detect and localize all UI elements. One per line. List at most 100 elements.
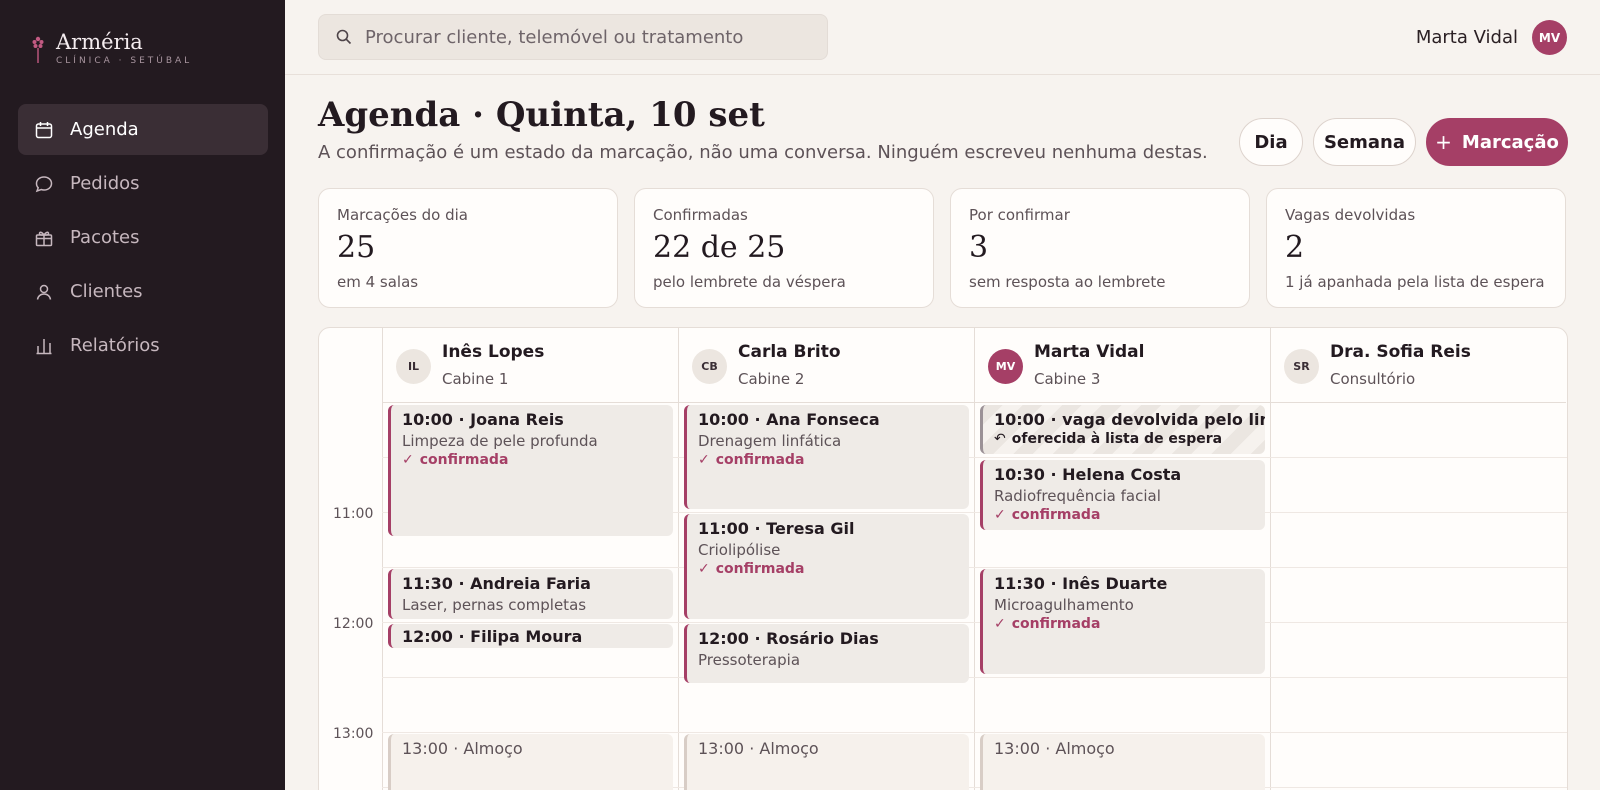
status-badge: ✓ confirmada xyxy=(994,616,1101,632)
returned-slot-card[interactable]: 10:00 · vaga devolvida pelo link ↶ oferec… xyxy=(980,405,1265,454)
gift-icon xyxy=(34,228,54,248)
appointment-service: Radiofrequência facial xyxy=(994,487,1161,505)
week-view-button[interactable]: Semana xyxy=(1313,118,1416,166)
appointment-title: 10:00 · vaga devolvida pelo link xyxy=(994,410,1265,429)
appointment-title: 13:00 · Almoço xyxy=(994,739,1115,758)
chat-bubble-icon xyxy=(34,174,54,194)
room-name: Cabine 3 xyxy=(1034,370,1101,388)
user-icon xyxy=(34,282,54,302)
appointment-title: 11:30 · Inês Duarte xyxy=(994,574,1168,593)
lunch-block[interactable]: 13:00 · Almoço xyxy=(388,734,673,790)
schedule-grid: 11:00 12:00 13:00 IL Inês Lopes Cabine 1… xyxy=(318,327,1568,790)
appointment-card[interactable]: 12:00 · Rosário Dias Pressoterapia xyxy=(684,624,969,683)
armeria-flower-icon xyxy=(32,36,44,63)
nav-item-label: Agenda xyxy=(70,119,139,140)
column-header-ines-lopes[interactable]: IL Inês Lopes Cabine 1 xyxy=(382,328,678,403)
nav-item-label: Clientes xyxy=(70,281,143,302)
appointment-title: 10:00 · Ana Fonseca xyxy=(698,410,880,429)
slot-divider xyxy=(382,677,1567,678)
calendar-icon xyxy=(34,120,54,140)
appointment-card[interactable]: 10:00 · Ana Fonseca Drenagem linfática ✓… xyxy=(684,405,969,509)
stat-note: 1 já apanhada pela lista de espera xyxy=(1285,273,1545,291)
slot-divider xyxy=(382,567,1567,568)
search-input[interactable] xyxy=(365,26,805,48)
stat-value: 22 de 25 xyxy=(653,230,786,265)
appointment-service: Drenagem linfática xyxy=(698,432,842,450)
appointment-card[interactable]: 11:00 · Teresa Gil Criolipólise ✓ confirm… xyxy=(684,514,969,619)
page-title: Agenda · Quinta, 10 set xyxy=(318,95,765,135)
status-badge: ✓ confirmada xyxy=(698,452,805,468)
appointment-service: Microagulhamento xyxy=(994,596,1134,614)
nav-item-agenda[interactable]: Agenda xyxy=(18,104,268,155)
stat-value: 25 xyxy=(337,230,376,265)
nav-item-clientes[interactable]: Clientes xyxy=(18,266,268,317)
column-header-carla-brito[interactable]: CB Carla Brito Cabine 2 xyxy=(678,328,974,403)
appointment-card[interactable]: 12:00 · Filipa Moura xyxy=(388,624,673,648)
appointment-title: 12:00 · Filipa Moura xyxy=(402,627,583,646)
time-label: 11:00 xyxy=(333,506,374,522)
stat-value: 3 xyxy=(969,230,989,265)
bar-chart-icon xyxy=(34,336,54,356)
appointment-title: 10:30 · Helena Costa xyxy=(994,465,1182,484)
user-menu[interactable]: Marta Vidal MV xyxy=(1416,20,1567,55)
appointment-service: Pressoterapia xyxy=(698,651,801,669)
check-icon: ✓ xyxy=(402,452,414,468)
plus-icon: + xyxy=(1435,130,1452,154)
stat-card-pending: Por confirmar 3 sem resposta ao lembrete xyxy=(950,188,1250,308)
topbar: Marta Vidal MV xyxy=(285,0,1600,75)
staff-name: Marta Vidal xyxy=(1034,342,1145,362)
appointment-service: Criolipólise xyxy=(698,541,781,559)
check-icon: ✓ xyxy=(698,561,710,577)
slot-divider xyxy=(382,732,1567,733)
lunch-block[interactable]: 13:00 · Almoço xyxy=(980,734,1265,790)
check-icon: ✓ xyxy=(698,452,710,468)
staff-name: Dra. Sofia Reis xyxy=(1330,342,1471,362)
stat-card-confirmed: Confirmadas 22 de 25 pelo lembrete da vé… xyxy=(634,188,934,308)
nav-item-pedidos[interactable]: Pedidos xyxy=(18,158,268,209)
brand[interactable]: Arméria CLÍNICA · SETÚBAL xyxy=(30,30,192,66)
appointment-card[interactable]: 11:30 · Andreia Faria Laser, pernas comp… xyxy=(388,569,673,619)
new-appointment-button[interactable]: + Marcação xyxy=(1426,118,1568,166)
nav-item-label: Pedidos xyxy=(70,173,140,194)
status-badge: ✓ confirmada xyxy=(698,561,805,577)
status-badge: ✓ confirmada xyxy=(402,452,509,468)
appointment-card[interactable]: 10:00 · Joana Reis Limpeza de pele profu… xyxy=(388,405,673,536)
stat-label: Vagas devolvidas xyxy=(1285,206,1416,224)
appointment-title: 13:00 · Almoço xyxy=(698,739,819,758)
page-subtitle: A confirmação é um estado da marcação, n… xyxy=(318,142,1208,163)
waitlist-status: ↶ oferecida à lista de espera xyxy=(994,431,1223,447)
nav-item-label: Relatórios xyxy=(70,335,160,356)
user-name: Marta Vidal xyxy=(1415,27,1518,48)
appointment-title: 10:00 · Joana Reis xyxy=(402,410,564,429)
day-view-button[interactable]: Dia xyxy=(1239,118,1303,166)
avatar: SR xyxy=(1284,349,1319,384)
time-label: 12:00 xyxy=(333,616,374,632)
avatar: CB xyxy=(692,349,727,384)
room-name: Consultório xyxy=(1330,370,1416,388)
time-label: 13:00 xyxy=(333,726,374,742)
stat-label: Marcações do dia xyxy=(337,206,468,224)
undo-arrow-icon: ↶ xyxy=(994,431,1006,447)
appointment-service: Limpeza de pele profunda xyxy=(402,432,598,450)
check-icon: ✓ xyxy=(994,507,1006,523)
nav-item-pacotes[interactable]: Pacotes xyxy=(18,212,268,263)
check-icon: ✓ xyxy=(994,616,1006,632)
search-box xyxy=(318,14,828,60)
lunch-block[interactable]: 13:00 · Almoço xyxy=(684,734,969,790)
appointment-service: Laser, pernas completas xyxy=(402,596,587,614)
new-appointment-label: Marcação xyxy=(1461,131,1559,153)
appointment-title: 11:00 · Teresa Gil xyxy=(698,519,855,538)
nav-item-label: Pacotes xyxy=(70,227,140,248)
status-badge: ✓ confirmada xyxy=(994,507,1101,523)
column-header-sofia-reis[interactable]: SR Dra. Sofia Reis Consultório xyxy=(1270,328,1566,403)
stat-card-returned-slots: Vagas devolvidas 2 1 já apanhada pela li… xyxy=(1266,188,1566,308)
appointment-title: 12:00 · Rosário Dias xyxy=(698,629,879,648)
column-header-marta-vidal[interactable]: MV Marta Vidal Cabine 3 xyxy=(974,328,1270,403)
avatar: MV xyxy=(1532,20,1567,55)
brand-name: Arméria xyxy=(56,30,143,54)
slot-divider xyxy=(382,622,1567,623)
sidebar: Arméria CLÍNICA · SETÚBAL Agenda Pedidos… xyxy=(0,0,285,790)
appointment-card[interactable]: 10:30 · Helena Costa Radiofrequência fac… xyxy=(980,460,1265,530)
nav-item-relatorios[interactable]: Relatórios xyxy=(18,320,268,371)
appointment-card[interactable]: 11:30 · Inês Duarte Microagulhamento ✓ co… xyxy=(980,569,1265,674)
